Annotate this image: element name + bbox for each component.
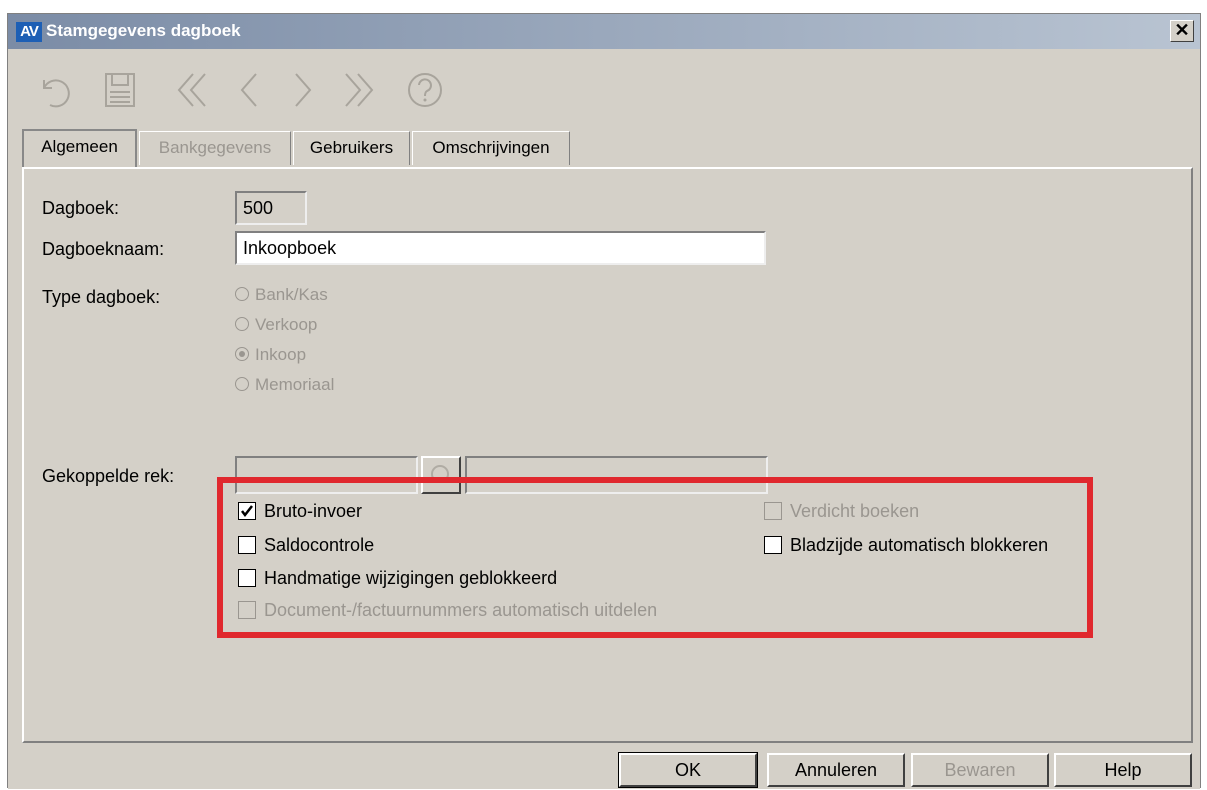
last-icon[interactable] (334, 66, 382, 114)
dagboeknaam-label: Dagboeknaam: (42, 239, 165, 259)
radio-verkoop[interactable]: Verkoop (235, 315, 317, 335)
next-icon[interactable] (278, 66, 326, 114)
radio-label: Verkoop (255, 315, 318, 334)
radio-button-icon (235, 287, 249, 301)
radio-memoriaal[interactable]: Memoriaal (235, 375, 334, 395)
previous-icon[interactable] (226, 66, 274, 114)
help-button[interactable]: Help (1054, 753, 1192, 787)
tab-panel-algemeen: Dagboek: 500 Dagboeknaam: Inkoopboek Typ… (22, 167, 1193, 743)
type-dagboek-label: Type dagboek: (42, 287, 161, 307)
radio-label: Inkoop (255, 345, 307, 364)
annuleren-button[interactable]: Annuleren (767, 753, 905, 787)
tab-bankgegevens[interactable]: Bankgegevens (139, 131, 291, 165)
radio-label: Bank/Kas (255, 285, 328, 304)
window-title: Stamgegevens dagboek (46, 21, 241, 40)
tab-gebruikers[interactable]: Gebruikers (293, 131, 410, 165)
highlight-annotation-box (217, 477, 1093, 638)
dagboeknaam-field[interactable]: Inkoopboek (235, 231, 766, 265)
undo-icon[interactable] (30, 66, 78, 114)
bewaren-button[interactable]: Bewaren (911, 753, 1049, 787)
tab-omschrijvingen[interactable]: Omschrijvingen (412, 131, 570, 165)
save-icon[interactable] (96, 66, 144, 114)
app-logo-icon: AV (16, 22, 42, 42)
first-icon[interactable] (169, 66, 217, 114)
radio-button-icon (235, 377, 249, 391)
dagboek-field[interactable]: 500 (235, 191, 307, 225)
close-button[interactable]: ✕ (1170, 20, 1194, 42)
gekoppelde-rek-label: Gekoppelde rek: (42, 466, 175, 486)
tab-algemeen[interactable]: Algemeen (22, 129, 137, 169)
dagboek-label: Dagboek: (42, 198, 120, 218)
radio-label: Memoriaal (255, 375, 335, 394)
help-icon[interactable] (401, 66, 449, 114)
radio-button-icon (235, 317, 249, 331)
ok-button[interactable]: OK (618, 752, 758, 788)
title-bar: AV Stamgegevens dagboek ✕ (8, 14, 1200, 49)
radio-inkoop[interactable]: Inkoop (235, 345, 306, 365)
dialog-window: AV Stamgegevens dagboek ✕ Algemeen Bankg… (7, 13, 1201, 789)
radio-bank-kas[interactable]: Bank/Kas (235, 285, 328, 305)
radio-button-selected-icon (235, 347, 249, 361)
button-bar: OK Annuleren Bewaren Help (8, 747, 1200, 789)
